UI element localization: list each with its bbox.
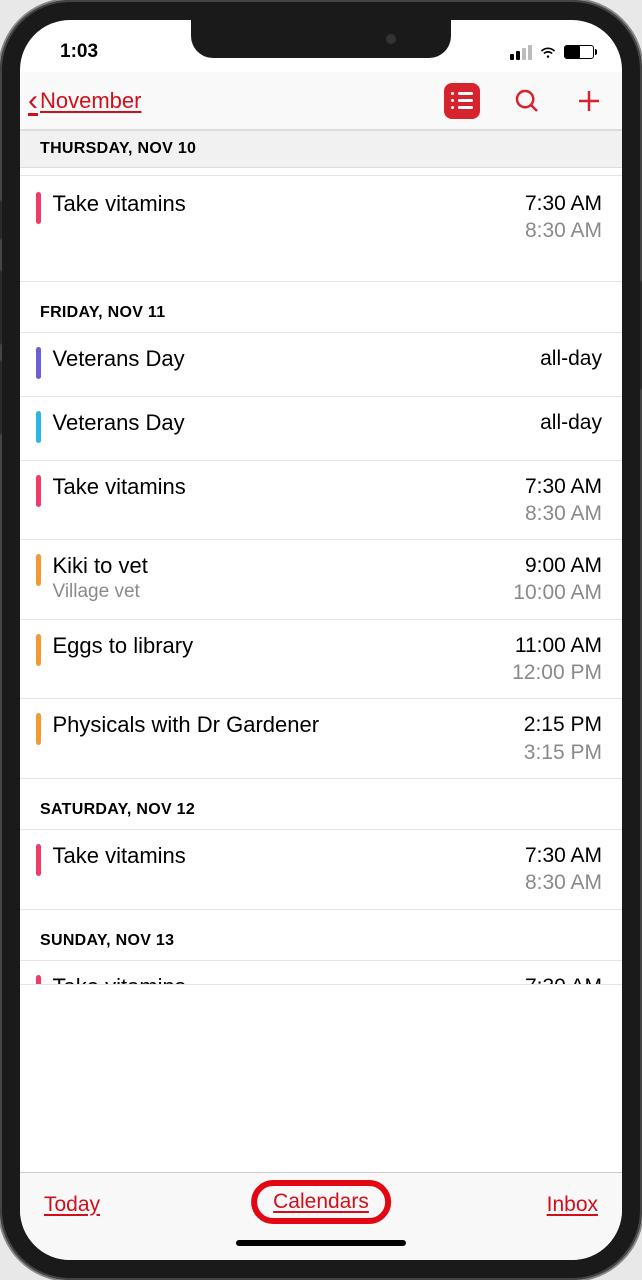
event-title: Take vitamins [53, 190, 525, 218]
event-list[interactable]: THURSDAY, NOV 10 Take vitamins7:30 AM8:3… [20, 130, 622, 1172]
inbox-button[interactable]: Inbox [547, 1193, 598, 1217]
nav-bar: ‹ November [20, 72, 622, 130]
chevron-left-icon: ‹ [28, 86, 38, 116]
event-color-bar [36, 634, 41, 666]
bottom-toolbar: Today Calendars Inbox [20, 1172, 622, 1236]
event-start: 11:00 AM [512, 632, 602, 659]
event-allday: all-day [540, 409, 602, 436]
list-view-button[interactable] [444, 83, 480, 119]
event-color-bar [36, 844, 41, 876]
event-title: Take vitamins [53, 842, 525, 870]
event-row[interactable]: Take vitamins7:30 AM8:30 AM [20, 461, 622, 541]
day-header: SUNDAY, NOV 13 [20, 910, 622, 960]
wifi-icon [538, 42, 558, 62]
device-notch [191, 20, 451, 58]
event-color-bar [36, 713, 41, 745]
event-color-bar [36, 347, 41, 379]
event-row[interactable]: Kiki to vetVillage vet9:00 AM10:00 AM [20, 540, 622, 620]
day-header: SATURDAY, NOV 12 [20, 779, 622, 829]
event-color-bar [36, 192, 41, 224]
event-allday: all-day [540, 345, 602, 372]
event-title: Physicals with Dr Gardener [53, 711, 524, 739]
event-title: Kiki to vet [53, 552, 514, 580]
event-title: Veterans Day [53, 345, 541, 373]
event-title: Veterans Day [53, 409, 541, 437]
event-title: Take vitamins [53, 973, 525, 985]
event-row[interactable]: Take vitamins7:30 AM8:30 AM [20, 830, 622, 910]
event-start: 2:15 PM [524, 711, 602, 738]
event-start: 9:00 AM [513, 552, 602, 579]
calendars-highlight: Calendars [251, 1180, 391, 1224]
event-color-bar [36, 975, 41, 985]
event-color-bar [36, 475, 41, 507]
event-end: 12:00 PM [512, 659, 602, 686]
event-row[interactable]: Veterans Dayall-day [20, 333, 622, 397]
event-title: Take vitamins [53, 473, 525, 501]
event-row[interactable]: Eggs to library11:00 AM12:00 PM [20, 620, 622, 700]
today-button[interactable]: Today [44, 1193, 100, 1217]
battery-icon [564, 45, 594, 59]
event-end: 8:30 AM [525, 217, 602, 244]
event-title: Eggs to library [53, 632, 513, 660]
event-start: 7:30 AM [525, 842, 602, 869]
event-start: 7:30 AM [525, 190, 602, 217]
event-location: Village vet [53, 581, 514, 603]
day-header: FRIDAY, NOV 11 [20, 282, 622, 332]
event-start: 7:30 AM [525, 473, 602, 500]
day-header: THURSDAY, NOV 10 [20, 130, 622, 168]
event-color-bar [36, 411, 41, 443]
event-row[interactable]: Take vitamins7:30 AM [20, 961, 622, 985]
add-event-button[interactable] [574, 86, 604, 116]
back-label: November [40, 88, 141, 114]
event-end: 10:00 AM [513, 579, 602, 606]
event-row[interactable]: Veterans Dayall-day [20, 397, 622, 461]
event-row[interactable]: Take vitamins7:30 AM8:30 AM [20, 176, 622, 282]
event-color-bar [36, 554, 41, 586]
status-time: 1:03 [60, 41, 98, 63]
back-button[interactable]: ‹ November [28, 86, 141, 116]
event-end: 8:30 AM [525, 869, 602, 896]
home-indicator[interactable] [20, 1236, 622, 1260]
event-row[interactable]: Physicals with Dr Gardener2:15 PM3:15 PM [20, 699, 622, 779]
event-start: 7:30 AM [525, 973, 602, 985]
cellular-icon [510, 45, 532, 60]
event-end: 8:30 AM [525, 500, 602, 527]
search-icon[interactable] [512, 86, 542, 116]
calendars-button[interactable]: Calendars [273, 1190, 369, 1213]
event-end: 3:15 PM [524, 739, 602, 766]
